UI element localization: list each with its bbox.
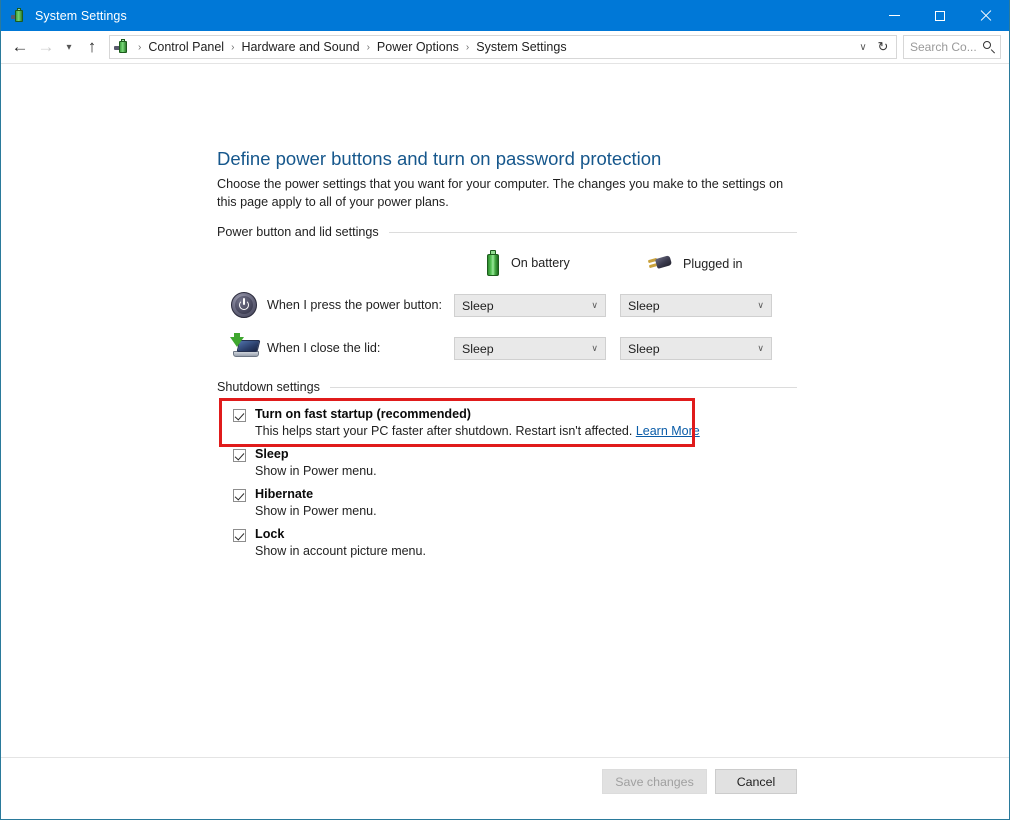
option-hibernate: Hibernate Show in Power menu.	[233, 487, 377, 518]
window-title: System Settings	[35, 9, 127, 23]
breadcrumb-item-power-options[interactable]: Power Options	[375, 40, 461, 54]
setting-row-power-button: When I press the power button:	[229, 290, 442, 320]
breadcrumb-item-system-settings[interactable]: System Settings	[474, 40, 568, 54]
forward-arrow-icon[interactable]: →	[33, 34, 59, 60]
chevron-down-icon: ∨	[591, 343, 601, 354]
option-row[interactable]: Lock	[233, 527, 426, 542]
breadcrumb-separator: ›	[461, 42, 474, 53]
up-arrow-icon[interactable]: ↑	[79, 34, 105, 60]
minimize-button[interactable]	[871, 0, 917, 31]
title-bar: System Settings	[1, 0, 1009, 31]
minimize-icon	[889, 15, 900, 16]
page-description: Choose the power settings that you want …	[217, 175, 787, 211]
address-bar[interactable]: › Control Panel › Hardware and Sound › P…	[109, 35, 897, 59]
checkbox-hibernate[interactable]	[233, 489, 246, 502]
setting-label-close-lid: When I close the lid:	[267, 341, 380, 355]
dropdown-value: Sleep	[628, 342, 757, 356]
system-settings-window: System Settings ← → ▾ ↑ › Control Pa	[0, 0, 1010, 820]
close-icon	[980, 10, 992, 22]
laptop-lid-icon	[229, 333, 263, 363]
option-lock: Lock Show in account picture menu.	[233, 527, 426, 558]
maximize-button[interactable]	[917, 0, 963, 31]
search-icon[interactable]	[982, 40, 996, 54]
section-divider	[389, 232, 797, 233]
close-button[interactable]	[963, 0, 1009, 31]
chevron-down-icon: ∨	[757, 300, 767, 311]
checkbox-lock[interactable]	[233, 529, 246, 542]
back-arrow-icon[interactable]: ←	[7, 34, 33, 60]
refresh-icon[interactable]: ↻	[872, 39, 894, 55]
power-options-icon	[11, 8, 27, 24]
checkbox-sleep[interactable]	[233, 449, 246, 462]
power-section-title: Power button and lid settings	[217, 225, 389, 239]
recent-locations-chevron-down-icon[interactable]: ▾	[59, 34, 79, 60]
column-label-on-battery: On battery	[511, 256, 570, 270]
column-label-plugged-in: Plugged in	[683, 257, 743, 271]
option-sleep: Sleep Show in Power menu.	[233, 447, 377, 478]
content-area: Define power buttons and turn on passwor…	[1, 64, 1009, 805]
cancel-button[interactable]: Cancel	[715, 769, 797, 794]
option-fast-startup: Turn on fast startup (recommended) This …	[233, 407, 700, 438]
option-description-sleep: Show in Power menu.	[255, 464, 377, 478]
option-description-lock: Show in account picture menu.	[255, 544, 426, 558]
breadcrumb-item-control-panel[interactable]: Control Panel	[146, 40, 226, 54]
dropdown-power-button-plugged-in[interactable]: Sleep ∨	[620, 294, 772, 317]
option-description-text: This helps start your PC faster after sh…	[255, 424, 636, 438]
power-section-header: Power button and lid settings	[217, 225, 797, 239]
chevron-down-icon: ∨	[757, 343, 767, 354]
page-title: Define power buttons and turn on passwor…	[217, 148, 661, 170]
setting-label-power-button: When I press the power button:	[267, 298, 442, 312]
power-plug-icon	[647, 254, 673, 274]
option-row[interactable]: Hibernate	[233, 487, 377, 502]
shutdown-section-title: Shutdown settings	[217, 380, 330, 394]
dropdown-close-lid-on-battery[interactable]: Sleep ∨	[454, 337, 606, 360]
address-chevron-down-icon[interactable]: ∨	[854, 42, 872, 53]
shutdown-section-header: Shutdown settings	[217, 380, 797, 394]
save-changes-button[interactable]: Save changes	[602, 769, 707, 794]
column-header-plugged-in: Plugged in	[647, 254, 743, 274]
option-row[interactable]: Turn on fast startup (recommended)	[233, 407, 700, 422]
footer-bar: Save changes Cancel	[1, 757, 1009, 805]
dropdown-power-button-on-battery[interactable]: Sleep ∨	[454, 294, 606, 317]
option-title-hibernate: Hibernate	[255, 487, 313, 501]
option-row[interactable]: Sleep	[233, 447, 377, 462]
option-description-hibernate: Show in Power menu.	[255, 504, 377, 518]
power-button-icon	[229, 290, 263, 320]
breadcrumb-separator: ›	[133, 42, 146, 53]
dropdown-value: Sleep	[462, 342, 591, 356]
checkbox-fast-startup[interactable]	[233, 409, 246, 422]
breadcrumb-separator: ›	[362, 42, 375, 53]
dropdown-close-lid-plugged-in[interactable]: Sleep ∨	[620, 337, 772, 360]
option-description-fast-startup: This helps start your PC faster after sh…	[255, 424, 700, 438]
dropdown-value: Sleep	[628, 299, 757, 313]
search-box[interactable]: Search Co...	[903, 35, 1001, 59]
option-title-lock: Lock	[255, 527, 284, 541]
breadcrumb-separator: ›	[226, 42, 239, 53]
window-controls	[871, 0, 1009, 31]
dropdown-value: Sleep	[462, 299, 591, 313]
section-divider	[330, 387, 797, 388]
option-title-fast-startup: Turn on fast startup (recommended)	[255, 407, 471, 421]
setting-row-close-lid: When I close the lid:	[229, 333, 380, 363]
maximize-icon	[935, 11, 945, 21]
column-header-on-battery: On battery	[485, 250, 570, 276]
option-title-sleep: Sleep	[255, 447, 289, 461]
learn-more-link[interactable]: Learn More	[636, 424, 700, 438]
chevron-down-icon: ∨	[591, 300, 601, 311]
battery-icon	[485, 250, 501, 276]
breadcrumb-item-hardware-and-sound[interactable]: Hardware and Sound	[239, 40, 361, 54]
address-power-options-icon	[114, 39, 130, 55]
search-input[interactable]: Search Co...	[910, 40, 982, 54]
navigation-bar: ← → ▾ ↑ › Control Panel › Hardware and S…	[1, 31, 1009, 64]
